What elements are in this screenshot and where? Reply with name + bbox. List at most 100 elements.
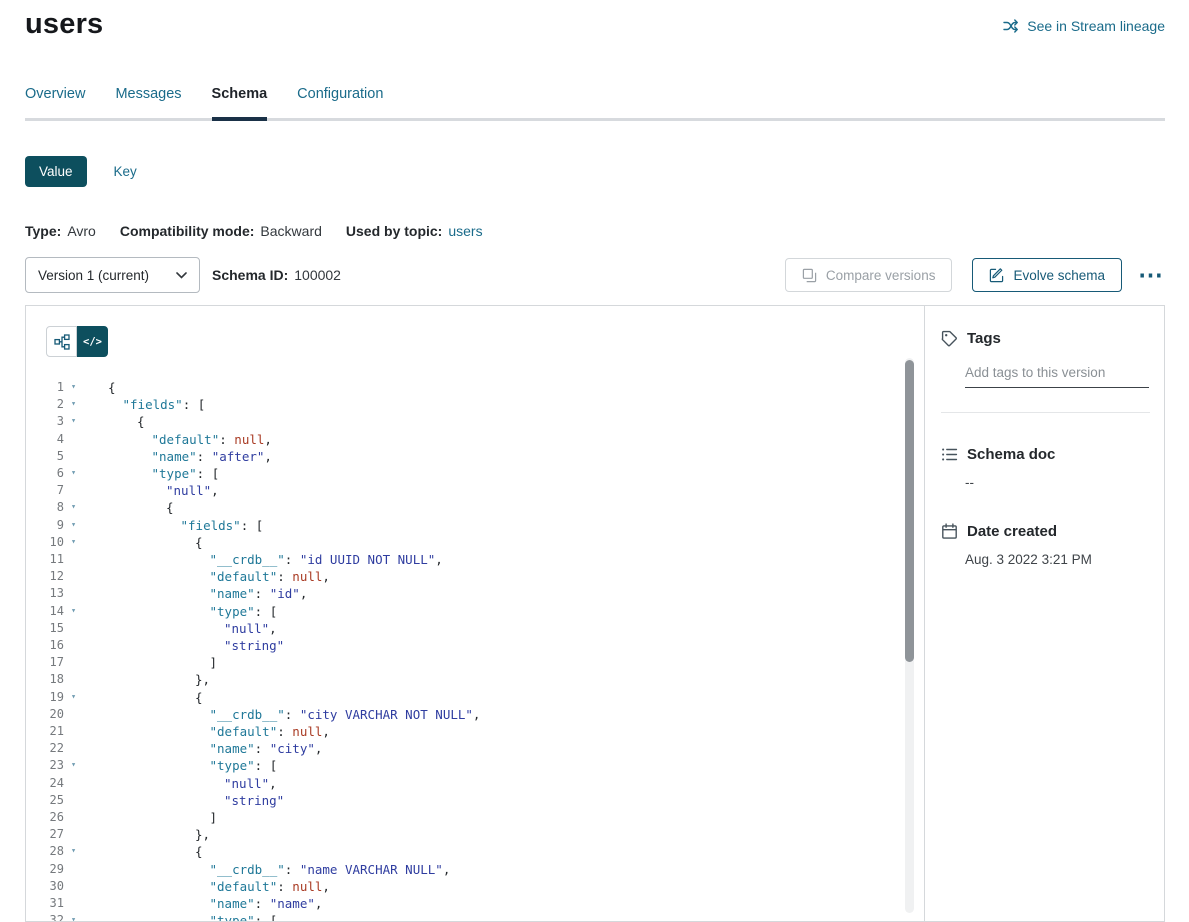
code-line: 19▾{ <box>26 689 924 706</box>
code-line: 31"name": "name", <box>26 895 924 912</box>
fold-spacer <box>64 585 83 602</box>
line-number: 18 <box>26 671 64 688</box>
code-line: 11"__crdb__": "id UUID NOT NULL", <box>26 551 924 568</box>
fold-spacer <box>64 706 83 723</box>
fold-toggle-icon[interactable]: ▾ <box>64 413 83 430</box>
page-title: users <box>25 8 103 41</box>
tab-messages[interactable]: Messages <box>115 86 181 121</box>
line-number: 2 <box>26 396 64 413</box>
code-line-text: "type": [ <box>83 757 924 774</box>
line-number: 17 <box>26 654 64 671</box>
code-line: 6▾"type": [ <box>26 465 924 482</box>
code-line-text: "default": null, <box>83 431 924 448</box>
line-number: 30 <box>26 878 64 895</box>
code-line: 17] <box>26 654 924 671</box>
code-line-text: { <box>83 689 924 706</box>
more-options-button[interactable]: ⋯ <box>1136 269 1165 281</box>
fold-spacer <box>64 775 83 792</box>
fold-toggle-icon[interactable]: ▾ <box>64 912 83 921</box>
tab-schema[interactable]: Schema <box>212 86 268 121</box>
code-line-text: "fields": [ <box>83 517 924 534</box>
code-line-text: "null", <box>83 775 924 792</box>
fold-toggle-icon[interactable]: ▾ <box>64 603 83 620</box>
compatibility-label: Compatibility mode: <box>120 223 255 239</box>
calendar-icon <box>941 523 958 540</box>
topic-link[interactable]: users <box>448 223 482 239</box>
topic-label: Used by topic: <box>346 223 442 239</box>
code-line-text: "default": null, <box>83 568 924 585</box>
code-line-text: { <box>83 499 924 516</box>
view-mode-toggle: </> <box>26 306 924 357</box>
type-label: Type: <box>25 223 61 239</box>
version-select-value: Version 1 (current) <box>38 268 149 283</box>
fold-toggle-icon[interactable]: ▾ <box>64 517 83 534</box>
tree-view-icon <box>54 334 70 350</box>
schema-id-label: Schema ID: <box>212 267 288 283</box>
fold-spacer <box>64 792 83 809</box>
fold-spacer <box>64 878 83 895</box>
line-number: 6 <box>26 465 64 482</box>
code-line-text: "null", <box>83 620 924 637</box>
tab-configuration[interactable]: Configuration <box>297 86 383 121</box>
fold-toggle-icon[interactable]: ▾ <box>64 689 83 706</box>
stream-lineage-label: See in Stream lineage <box>1027 18 1165 34</box>
code-line-text: ] <box>83 809 924 826</box>
code-scrollbar-thumb[interactable] <box>905 360 914 662</box>
compare-versions-button[interactable]: Compare versions <box>785 258 953 292</box>
code-line: 24"null", <box>26 775 924 792</box>
code-line-text: { <box>83 413 924 430</box>
code-line: 26] <box>26 809 924 826</box>
code-line-text: }, <box>83 826 924 843</box>
tab-overview[interactable]: Overview <box>25 86 85 121</box>
code-view-button[interactable]: </> <box>77 326 108 357</box>
fold-spacer <box>64 861 83 878</box>
add-tags-input[interactable] <box>965 363 1149 388</box>
line-number: 31 <box>26 895 64 912</box>
line-number: 21 <box>26 723 64 740</box>
fold-toggle-icon[interactable]: ▾ <box>64 465 83 482</box>
code-line: 22"name": "city", <box>26 740 924 757</box>
fold-spacer <box>64 654 83 671</box>
tags-section: Tags <box>941 330 1150 413</box>
evolve-schema-label: Evolve schema <box>1013 268 1105 283</box>
fold-toggle-icon[interactable]: ▾ <box>64 499 83 516</box>
line-number: 19 <box>26 689 64 706</box>
date-created-heading: Date created <box>941 523 1150 540</box>
line-number: 4 <box>26 431 64 448</box>
meta-type: Type: Avro <box>25 223 96 239</box>
schema-page: users See in Stream lineage Overview Mes… <box>0 0 1189 922</box>
code-line: 13"name": "id", <box>26 585 924 602</box>
fold-toggle-icon[interactable]: ▾ <box>64 379 83 396</box>
code-line-text: { <box>83 534 924 551</box>
evolve-schema-button[interactable]: Evolve schema <box>972 258 1122 292</box>
tree-view-button[interactable] <box>46 326 77 357</box>
code-view-icon: </> <box>83 336 102 348</box>
key-toggle-button[interactable]: Key <box>114 164 137 179</box>
schema-code-panel: </> 1▾{2▾"fields": [3▾{4"default": null,… <box>26 306 924 921</box>
code-scrollbar-track[interactable] <box>905 358 914 913</box>
fold-toggle-icon[interactable]: ▾ <box>64 757 83 774</box>
code-line: 28▾{ <box>26 843 924 860</box>
fold-toggle-icon[interactable]: ▾ <box>64 843 83 860</box>
code-line: 29"__crdb__": "name VARCHAR NULL", <box>26 861 924 878</box>
stream-lineage-link[interactable]: See in Stream lineage <box>1003 17 1165 34</box>
code-line: 7"null", <box>26 482 924 499</box>
code-line: 23▾"type": [ <box>26 757 924 774</box>
version-select[interactable]: Version 1 (current) <box>25 257 200 293</box>
line-number: 25 <box>26 792 64 809</box>
fold-toggle-icon[interactable]: ▾ <box>64 396 83 413</box>
value-key-toggle: Value Key <box>25 156 1165 187</box>
code-line: 25"string" <box>26 792 924 809</box>
fold-toggle-icon[interactable]: ▾ <box>64 534 83 551</box>
meta-topic: Used by topic: users <box>346 223 483 239</box>
code-line: 1▾{ <box>26 379 924 396</box>
code-line-text: "__crdb__": "name VARCHAR NULL", <box>83 861 924 878</box>
line-number: 5 <box>26 448 64 465</box>
fold-spacer <box>64 740 83 757</box>
line-number: 12 <box>26 568 64 585</box>
code-line-text: "name": "after", <box>83 448 924 465</box>
value-toggle-button[interactable]: Value <box>25 156 87 187</box>
line-number: 20 <box>26 706 64 723</box>
code-line: 20"__crdb__": "city VARCHAR NOT NULL", <box>26 706 924 723</box>
code-line-text: ] <box>83 654 924 671</box>
